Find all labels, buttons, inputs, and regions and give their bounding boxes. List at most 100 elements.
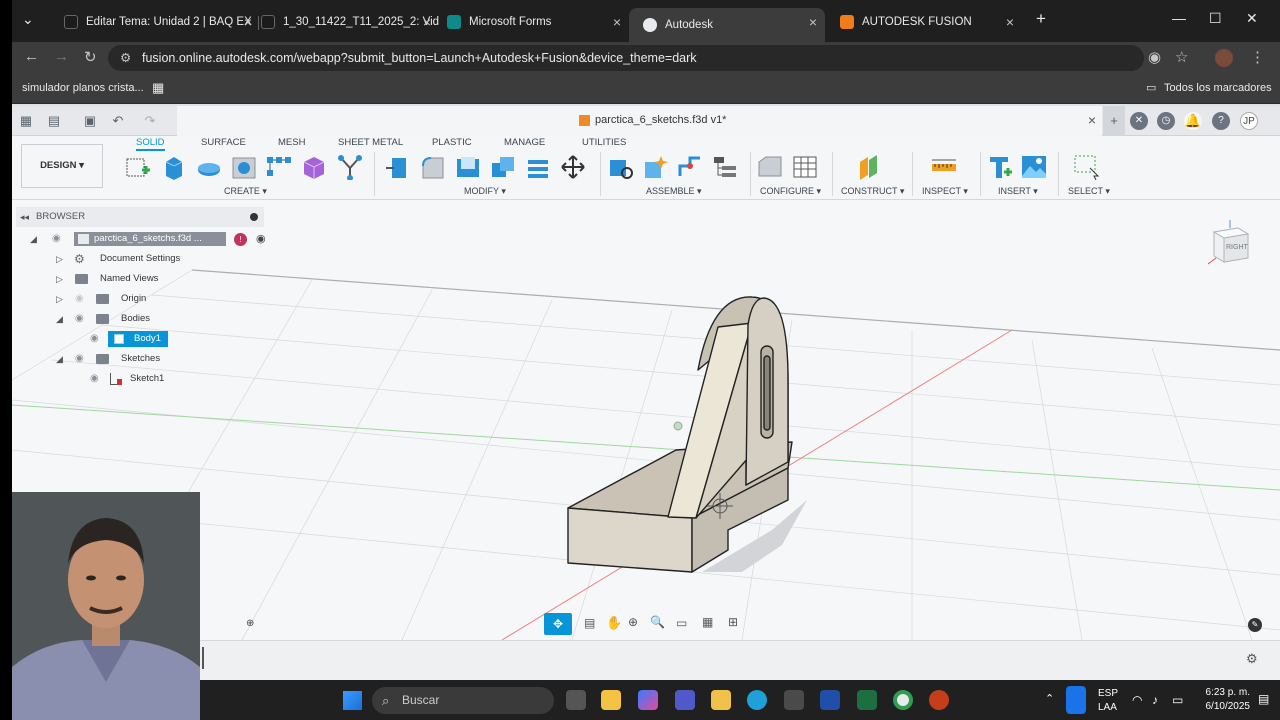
group-construct[interactable]: CONSTRUCT ▾ bbox=[841, 186, 904, 197]
store-icon[interactable] bbox=[601, 690, 621, 710]
taskbar-search[interactable]: ⌕ Buscar bbox=[372, 687, 554, 714]
visibility-eye-icon[interactable]: ◉ bbox=[75, 310, 84, 328]
eye-off-icon[interactable]: ◉ bbox=[1148, 48, 1161, 66]
collapse-triangle-icon[interactable]: ◢ bbox=[56, 310, 63, 328]
bookmark-item[interactable]: simulador planos crista... bbox=[22, 82, 144, 94]
notifications-icon[interactable]: 🔔 bbox=[1184, 112, 1202, 130]
help-icon[interactable]: ? bbox=[1212, 112, 1230, 130]
close-icon[interactable]: × bbox=[809, 14, 817, 30]
wifi-icon[interactable]: ◠ bbox=[1132, 693, 1142, 707]
file-explorer-icon[interactable] bbox=[711, 690, 731, 710]
notification-center-icon[interactable]: ▤ bbox=[1258, 692, 1269, 706]
measure-icon[interactable] bbox=[930, 154, 958, 180]
tab-manage[interactable]: MANAGE bbox=[504, 137, 545, 148]
press-pull-icon[interactable] bbox=[384, 154, 412, 180]
forward-icon[interactable]: → bbox=[54, 48, 69, 65]
move-copy-icon[interactable] bbox=[559, 154, 587, 180]
workspace-switcher[interactable]: DESIGN ▾ bbox=[21, 144, 103, 188]
grid-settings-icon[interactable]: ▦ bbox=[702, 615, 713, 629]
collapse-triangle-icon[interactable]: ◢ bbox=[30, 230, 37, 248]
back-icon[interactable]: ← bbox=[24, 48, 39, 65]
tab-plastic[interactable]: PLASTIC bbox=[432, 137, 472, 148]
configuration-table-icon[interactable] bbox=[791, 154, 819, 180]
group-inspect[interactable]: INSPECT ▾ bbox=[922, 186, 968, 197]
timeline-settings-gear-icon[interactable]: ⚙ bbox=[1246, 651, 1258, 667]
visibility-eye-icon[interactable]: ◉ bbox=[90, 370, 99, 388]
group-assemble[interactable]: ASSEMBLE ▾ bbox=[646, 186, 702, 197]
tab-surface[interactable]: SURFACE bbox=[201, 137, 246, 148]
expand-triangle-icon[interactable]: ▷ bbox=[56, 290, 63, 308]
collapse-triangle-icon[interactable]: ◢ bbox=[56, 350, 63, 368]
collapse-browser-icon[interactable]: ◂◂ bbox=[20, 207, 29, 227]
powerpoint-icon[interactable] bbox=[929, 690, 949, 710]
tab-autodesk-fusion[interactable]: AUTODESK FUSION × bbox=[826, 8, 1022, 36]
url-field[interactable]: ⚙ fusion.online.autodesk.com/webapp?subm… bbox=[108, 45, 1144, 71]
tab-editar-tema[interactable]: Editar Tema: Unidad 2 | BAQ EX × bbox=[50, 8, 260, 36]
hidden-eye-icon[interactable]: ◉ bbox=[75, 290, 84, 308]
undo-icon[interactable]: ↶ bbox=[110, 113, 126, 129]
comments-add-icon[interactable]: ⊕ bbox=[246, 618, 254, 629]
preferences-icon[interactable]: ✎ bbox=[1248, 618, 1262, 632]
close-icon[interactable]: × bbox=[613, 14, 621, 30]
activate-radio-icon[interactable]: ◉ bbox=[256, 230, 266, 248]
all-bookmarks-link[interactable]: Todos los marcadores bbox=[1164, 82, 1272, 94]
visibility-eye-icon[interactable]: ◉ bbox=[75, 350, 84, 368]
zoom-icon[interactable]: ⊕ bbox=[628, 615, 638, 629]
browser-root-row[interactable]: ◢ ◉ parctica_6_sketchs.f3d ... ! ◉ bbox=[30, 230, 266, 248]
display-settings-icon[interactable]: ▭ bbox=[676, 616, 687, 630]
fillet-icon[interactable] bbox=[419, 154, 447, 180]
copilot-icon[interactable] bbox=[638, 690, 658, 710]
expand-triangle-icon[interactable]: ▷ bbox=[56, 270, 63, 288]
window-close-icon[interactable]: ✕ bbox=[1246, 10, 1258, 27]
select-window-icon[interactable] bbox=[1072, 154, 1100, 180]
tab-sheet-metal[interactable]: SHEET METAL bbox=[338, 137, 403, 148]
battery-icon[interactable]: ▭ bbox=[1172, 693, 1183, 707]
edge-icon[interactable] bbox=[747, 690, 767, 710]
tab-microsoft-forms[interactable]: Microsoft Forms × bbox=[433, 8, 629, 36]
group-insert[interactable]: INSERT ▾ bbox=[998, 186, 1038, 197]
user-avatar[interactable]: JP bbox=[1240, 112, 1258, 130]
job-status-icon[interactable]: ◷ bbox=[1157, 112, 1175, 130]
hole-icon[interactable] bbox=[230, 154, 258, 180]
form-icon[interactable] bbox=[300, 154, 328, 180]
menu-icon[interactable]: ⋮ bbox=[1250, 48, 1265, 66]
tab-mesh[interactable]: MESH bbox=[278, 137, 305, 148]
expand-triangle-icon[interactable]: ▷ bbox=[56, 250, 63, 268]
insert-canvas-icon[interactable] bbox=[1020, 154, 1048, 180]
data-panel-grid-icon[interactable]: ▦ bbox=[18, 113, 34, 129]
look-at-icon[interactable]: ▤ bbox=[584, 616, 595, 630]
clock-time[interactable]: 6:23 p. m. bbox=[1196, 687, 1250, 698]
keyboard-layout-indicator[interactable]: LAA bbox=[1098, 702, 1117, 713]
save-icon[interactable]: ▣ bbox=[82, 113, 98, 129]
tab-utilities[interactable]: UTILITIES bbox=[582, 137, 626, 148]
apps-grid-icon[interactable]: ▦ bbox=[152, 80, 164, 96]
extrude-icon[interactable] bbox=[160, 154, 188, 180]
reload-icon[interactable]: ↻ bbox=[84, 48, 97, 66]
group-modify[interactable]: MODIFY ▾ bbox=[464, 186, 506, 197]
tab-video[interactable]: 1_30_11422_T11_2025_2: Video × bbox=[247, 8, 439, 36]
clock-date[interactable]: 6/10/2025 bbox=[1196, 701, 1251, 712]
redo-icon[interactable]: ↷ bbox=[142, 113, 158, 129]
viewcube[interactable]: RIGHT bbox=[1207, 218, 1254, 266]
extensions-icon[interactable]: ✕ bbox=[1130, 112, 1148, 130]
pan-icon[interactable]: ✋ bbox=[606, 615, 622, 631]
pattern-icon[interactable] bbox=[265, 154, 293, 180]
site-info-icon[interactable]: ⚙ bbox=[120, 45, 131, 71]
change-parameters-icon[interactable] bbox=[756, 154, 784, 180]
bill-of-materials-icon[interactable] bbox=[711, 154, 739, 180]
excel-icon[interactable] bbox=[857, 690, 877, 710]
shell-icon[interactable] bbox=[454, 154, 482, 180]
close-icon[interactable]: × bbox=[1006, 14, 1014, 30]
timeline-marker-icon[interactable] bbox=[202, 647, 212, 669]
tab-search-icon[interactable]: ⌄ bbox=[22, 11, 34, 28]
offset-faces-icon[interactable] bbox=[524, 154, 552, 180]
insert-derive-icon[interactable] bbox=[986, 154, 1014, 180]
profile-avatar[interactable] bbox=[1215, 49, 1233, 67]
create-sketch-icon[interactable] bbox=[124, 154, 152, 180]
combine-icon[interactable] bbox=[489, 154, 517, 180]
document-tab[interactable]: parctica_6_sketchs.f3d v1* × bbox=[177, 106, 1102, 136]
derive-icon[interactable] bbox=[336, 154, 364, 180]
tab-solid[interactable]: SOLID bbox=[136, 137, 165, 151]
joint-icon[interactable] bbox=[641, 154, 669, 180]
orbit-constrained-icon[interactable]: ✥ bbox=[544, 613, 572, 635]
